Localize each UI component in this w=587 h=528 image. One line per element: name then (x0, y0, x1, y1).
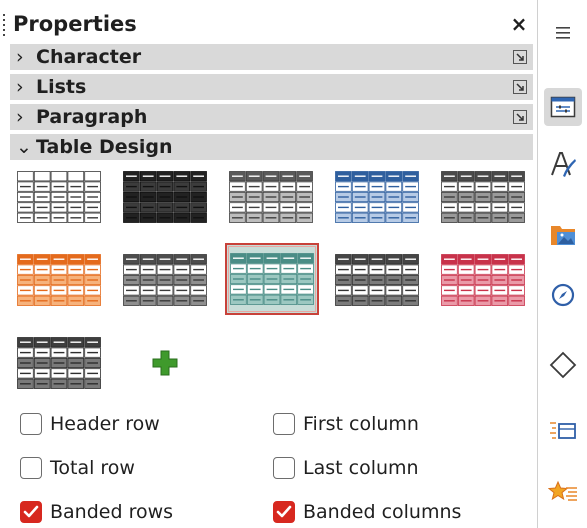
add-table-style-button[interactable] (121, 330, 209, 396)
properties-icon (550, 96, 576, 118)
section-label: Table Design (36, 136, 173, 158)
banded-columns-checkbox[interactable]: Banded columns (273, 497, 461, 527)
section-label: Lists (36, 76, 87, 98)
properties-panel: Properties × › Character › Lists › Paragrap… (0, 0, 533, 528)
table-style-preview (17, 254, 101, 306)
tab-gallery[interactable] (544, 215, 582, 253)
tab-styles[interactable] (544, 145, 582, 183)
tab-shapes[interactable] (544, 346, 582, 384)
table-style-preview (123, 254, 207, 306)
section-label: Character (36, 46, 142, 68)
checkbox-box[interactable] (273, 413, 295, 435)
checkbox-label: Banded rows (50, 501, 174, 523)
table-style-tile[interactable] (333, 164, 421, 230)
first-column-checkbox[interactable]: First column (273, 409, 419, 439)
section-paragraph[interactable]: › Paragraph (10, 104, 533, 130)
page-icon (550, 422, 576, 439)
plus-icon (152, 350, 178, 376)
checkbox-label: Banded columns (303, 501, 462, 523)
tabbar-menu-button[interactable] (544, 14, 582, 52)
checkbox-label: Last column (303, 457, 419, 479)
checkbox-box[interactable] (273, 457, 295, 479)
section-character[interactable]: › Character (10, 44, 533, 70)
checkbox-box[interactable] (20, 457, 42, 479)
hamburger-menu-icon (556, 27, 570, 39)
checkmark-icon (276, 505, 292, 518)
tab-properties[interactable] (544, 88, 582, 126)
checkbox-box[interactable] (20, 413, 42, 435)
checkbox-label: Header row (50, 413, 160, 435)
table-style-tile[interactable] (15, 164, 103, 230)
table-style-tile-selected[interactable] (225, 243, 319, 315)
table-style-preview (441, 171, 525, 223)
table-style-tile[interactable] (15, 247, 103, 313)
gallery-icon (551, 226, 575, 245)
tab-navigator[interactable] (544, 276, 582, 314)
checkmark-icon (23, 505, 39, 518)
checkbox-label: First column (303, 413, 419, 435)
table-style-preview (230, 253, 314, 305)
close-button[interactable]: × (508, 10, 530, 38)
styles-icon (551, 152, 576, 177)
checkbox-label: Total row (50, 457, 135, 479)
more-options-icon[interactable] (513, 50, 527, 64)
chevron-right-icon: › (16, 106, 24, 128)
more-options-icon[interactable] (513, 110, 527, 124)
last-column-checkbox[interactable]: Last column (273, 453, 419, 483)
table-style-preview (441, 254, 525, 306)
table-style-tile[interactable] (439, 164, 527, 230)
table-style-preview (335, 254, 419, 306)
sidebar-tab-bar (537, 0, 587, 528)
table-style-preview (17, 337, 101, 389)
more-options-icon[interactable] (513, 80, 527, 94)
shapes-icon (549, 351, 577, 379)
section-lists[interactable]: › Lists (10, 74, 533, 100)
table-style-tile[interactable] (15, 330, 103, 396)
panel-title: Properties (13, 12, 137, 36)
panel-grip-icon[interactable] (3, 14, 5, 36)
header-row-checkbox[interactable]: Header row (20, 409, 160, 439)
navigator-icon (551, 283, 575, 307)
table-style-preview (335, 171, 419, 223)
section-table-design[interactable]: ⌄ Table Design (10, 134, 533, 160)
banded-rows-checkbox[interactable]: Banded rows (20, 497, 173, 527)
table-style-preview (17, 171, 101, 223)
table-style-tile[interactable] (121, 164, 209, 230)
chevron-down-icon: ⌄ (16, 136, 32, 158)
section-label: Paragraph (36, 106, 148, 128)
table-style-tile[interactable] (227, 164, 315, 230)
chevron-right-icon: › (16, 46, 24, 68)
table-style-tile[interactable] (121, 247, 209, 313)
table-style-tile[interactable] (439, 247, 527, 313)
table-style-preview (229, 171, 313, 223)
table-style-tile[interactable] (333, 247, 421, 313)
checkbox-box[interactable] (20, 501, 42, 523)
total-row-checkbox[interactable]: Total row (20, 453, 135, 483)
style-inspector-icon (548, 480, 577, 501)
checkbox-box[interactable] (273, 501, 295, 523)
tab-style-inspector[interactable] (544, 474, 582, 512)
table-style-preview (123, 171, 207, 223)
chevron-right-icon: › (16, 76, 24, 98)
tab-page[interactable] (544, 412, 582, 450)
